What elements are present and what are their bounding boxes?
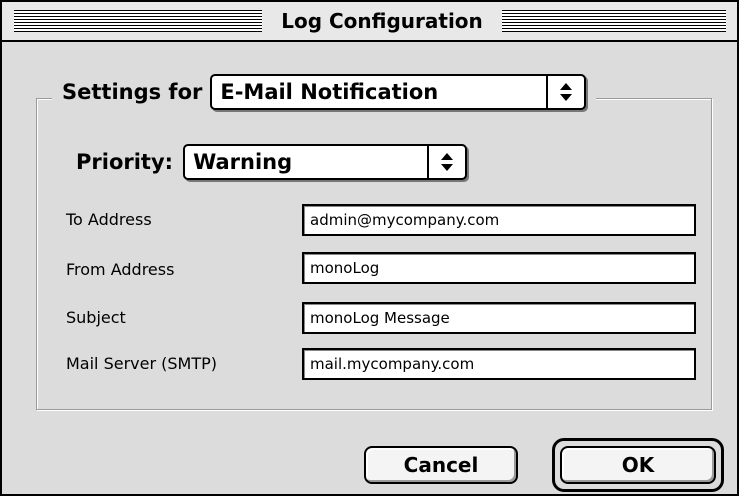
settings-for-label: Settings for xyxy=(62,80,203,104)
mail-server-field[interactable] xyxy=(302,348,696,380)
subject-input[interactable] xyxy=(304,304,694,332)
settings-for-popup[interactable]: E-Mail Notification xyxy=(210,74,587,110)
title-bar-stripes-right xyxy=(502,10,726,32)
priority-value: Warning xyxy=(193,150,293,174)
settings-for-value: E-Mail Notification xyxy=(220,80,439,104)
from-address-label: From Address xyxy=(66,260,175,279)
title-bar[interactable]: Log Configuration xyxy=(2,2,737,42)
popup-arrows-icon xyxy=(546,76,584,108)
subject-label: Subject xyxy=(66,308,126,327)
to-address-input[interactable] xyxy=(304,206,694,234)
subject-field[interactable] xyxy=(302,302,696,334)
to-address-field[interactable] xyxy=(302,204,696,236)
ok-button[interactable]: OK xyxy=(560,446,716,484)
mail-server-input[interactable] xyxy=(304,350,694,378)
from-address-input[interactable] xyxy=(304,254,694,282)
to-address-label: To Address xyxy=(66,210,152,229)
window-title: Log Configuration xyxy=(264,8,500,34)
from-address-field[interactable] xyxy=(302,252,696,284)
priority-popup[interactable]: Warning xyxy=(183,144,468,180)
mail-server-label: Mail Server (SMTP) xyxy=(66,354,218,373)
log-configuration-dialog: Log Configuration Settings for E-Mail No… xyxy=(0,0,739,496)
cancel-button[interactable]: Cancel xyxy=(364,446,518,484)
priority-label: Priority: xyxy=(76,150,174,174)
priority-row: Priority: Warning xyxy=(76,144,468,180)
settings-for-header: Settings for E-Mail Notification xyxy=(52,72,597,112)
popup-arrows-icon xyxy=(427,146,465,178)
title-bar-stripes-left xyxy=(14,10,262,32)
